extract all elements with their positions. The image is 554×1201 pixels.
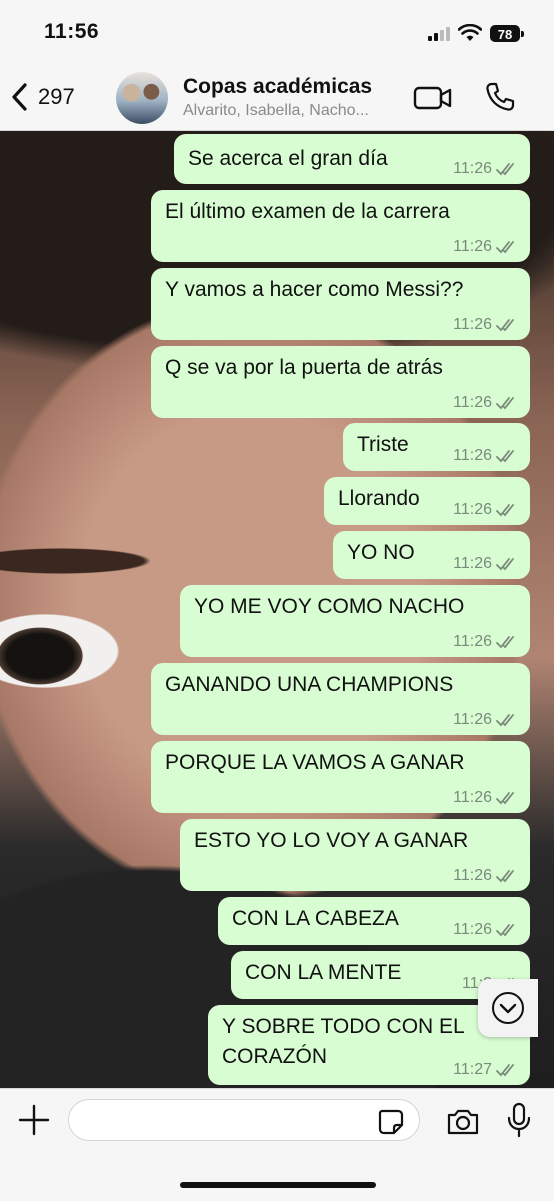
unread-count: 297 bbox=[38, 84, 75, 109]
sticker-icon[interactable] bbox=[377, 1108, 405, 1136]
double-check-icon bbox=[496, 924, 514, 937]
camera-icon[interactable] bbox=[446, 1107, 480, 1137]
double-check-icon bbox=[496, 714, 514, 727]
double-check-icon bbox=[496, 319, 514, 332]
phone-icon[interactable] bbox=[484, 81, 516, 113]
message-time: 11:26 bbox=[453, 394, 492, 411]
message-meta: 11:26 bbox=[453, 394, 518, 412]
double-check-icon bbox=[496, 163, 514, 176]
message-bubble[interactable]: Q se va por la puerta de atrás 11:26 bbox=[151, 346, 530, 418]
double-check-icon bbox=[496, 558, 514, 571]
double-check-icon bbox=[496, 870, 514, 883]
message-meta: 11:26 bbox=[453, 160, 518, 178]
cellular-signal-icon bbox=[428, 27, 450, 41]
status-bar: 11:56 78 bbox=[0, 0, 554, 66]
message-meta: 11:26 bbox=[453, 501, 518, 519]
message-meta: 11:26 bbox=[453, 316, 518, 334]
message-time: 11:26 bbox=[453, 501, 492, 518]
message-input[interactable] bbox=[68, 1099, 420, 1141]
message-meta: 11:26 bbox=[453, 921, 518, 939]
message-text: Q se va por la puerta de atrás bbox=[165, 356, 443, 379]
message-bubble[interactable]: YO ME VOY COMO NACHO 11:26 bbox=[180, 585, 530, 657]
message-bubble[interactable]: Triste 11:26 bbox=[343, 423, 530, 471]
message-time: 11:26 bbox=[453, 711, 492, 728]
message-text: YO ME VOY COMO NACHO bbox=[194, 595, 465, 618]
message-meta: 11:26 bbox=[453, 711, 518, 729]
message-text: GANANDO UNA CHAMPIONS bbox=[165, 673, 454, 696]
message-bubble[interactable]: PORQUE LA VAMOS A GANAR 11:26 bbox=[151, 741, 530, 813]
message-meta: 11:26 bbox=[453, 555, 518, 573]
message-bubble[interactable]: Llorando 11:26 bbox=[324, 477, 530, 525]
chevron-left-icon bbox=[12, 83, 27, 111]
message-bubble[interactable]: YO NO 11:26 bbox=[333, 531, 530, 579]
message-time: 11:26 bbox=[453, 789, 492, 806]
double-check-icon bbox=[496, 792, 514, 805]
message-text: ESTO YO LO VOY A GANAR bbox=[194, 829, 469, 852]
battery-icon: 78 bbox=[490, 25, 524, 42]
chat-title[interactable]: Copas académicas bbox=[183, 75, 372, 99]
message-meta: 11:26 bbox=[453, 867, 518, 885]
message-text: PORQUE LA VAMOS A GANAR bbox=[165, 751, 465, 774]
message-list[interactable]: Se acerca el gran día 11:26 El último ex… bbox=[0, 131, 554, 1088]
message-time: 11:26 bbox=[453, 555, 492, 572]
double-check-icon bbox=[496, 241, 514, 254]
message-meta: 11:27 bbox=[453, 1061, 518, 1079]
home-indicator bbox=[180, 1182, 376, 1188]
chat-participants[interactable]: Alvarito, Isabella, Nacho... bbox=[183, 102, 369, 120]
double-check-icon bbox=[496, 504, 514, 517]
message-bubble[interactable]: Y vamos a hacer como Messi?? 11:26 bbox=[151, 268, 530, 340]
scroll-to-bottom-button[interactable] bbox=[478, 979, 538, 1037]
message-meta: 11:26 bbox=[453, 238, 518, 256]
back-button[interactable]: 297 bbox=[10, 82, 75, 112]
double-check-icon bbox=[496, 1064, 514, 1077]
status-time: 11:56 bbox=[44, 20, 100, 43]
chat-header: 297 Copas académicas Alvarito, Isabella,… bbox=[0, 66, 554, 131]
message-bubble[interactable]: ESTO YO LO VOY A GANAR 11:26 bbox=[180, 819, 530, 891]
wifi-icon bbox=[458, 24, 482, 41]
message-bubble[interactable]: CON LA CABEZA 11:26 bbox=[218, 897, 530, 945]
message-meta: 11:26 bbox=[453, 447, 518, 465]
message-bubble[interactable]: El último examen de la carrera 11:26 bbox=[151, 190, 530, 262]
message-time: 11:26 bbox=[453, 447, 492, 464]
video-call-icon[interactable] bbox=[413, 83, 453, 113]
double-check-icon bbox=[496, 636, 514, 649]
message-time: 11:26 bbox=[453, 160, 492, 177]
microphone-icon[interactable] bbox=[506, 1102, 532, 1138]
message-text: Y vamos a hacer como Messi?? bbox=[165, 278, 464, 301]
chevron-down-icon bbox=[492, 992, 524, 1024]
message-meta: 11:26 bbox=[453, 633, 518, 651]
group-avatar[interactable] bbox=[116, 72, 168, 124]
message-bubble[interactable]: Se acerca el gran día 11:26 bbox=[174, 134, 530, 184]
double-check-icon bbox=[496, 397, 514, 410]
message-text: El último examen de la carrera bbox=[165, 200, 450, 223]
message-time: 11:26 bbox=[453, 316, 492, 333]
message-time: 11:26 bbox=[453, 921, 492, 938]
message-meta: 11:26 bbox=[453, 789, 518, 807]
message-time: 11:26 bbox=[453, 867, 492, 884]
message-time: 11:26 bbox=[453, 238, 492, 255]
message-bubble[interactable]: GANANDO UNA CHAMPIONS 11:26 bbox=[151, 663, 530, 735]
plus-icon[interactable] bbox=[18, 1104, 50, 1136]
message-time: 11:26 bbox=[453, 633, 492, 650]
message-time: 11:27 bbox=[453, 1061, 492, 1078]
double-check-icon bbox=[496, 450, 514, 463]
